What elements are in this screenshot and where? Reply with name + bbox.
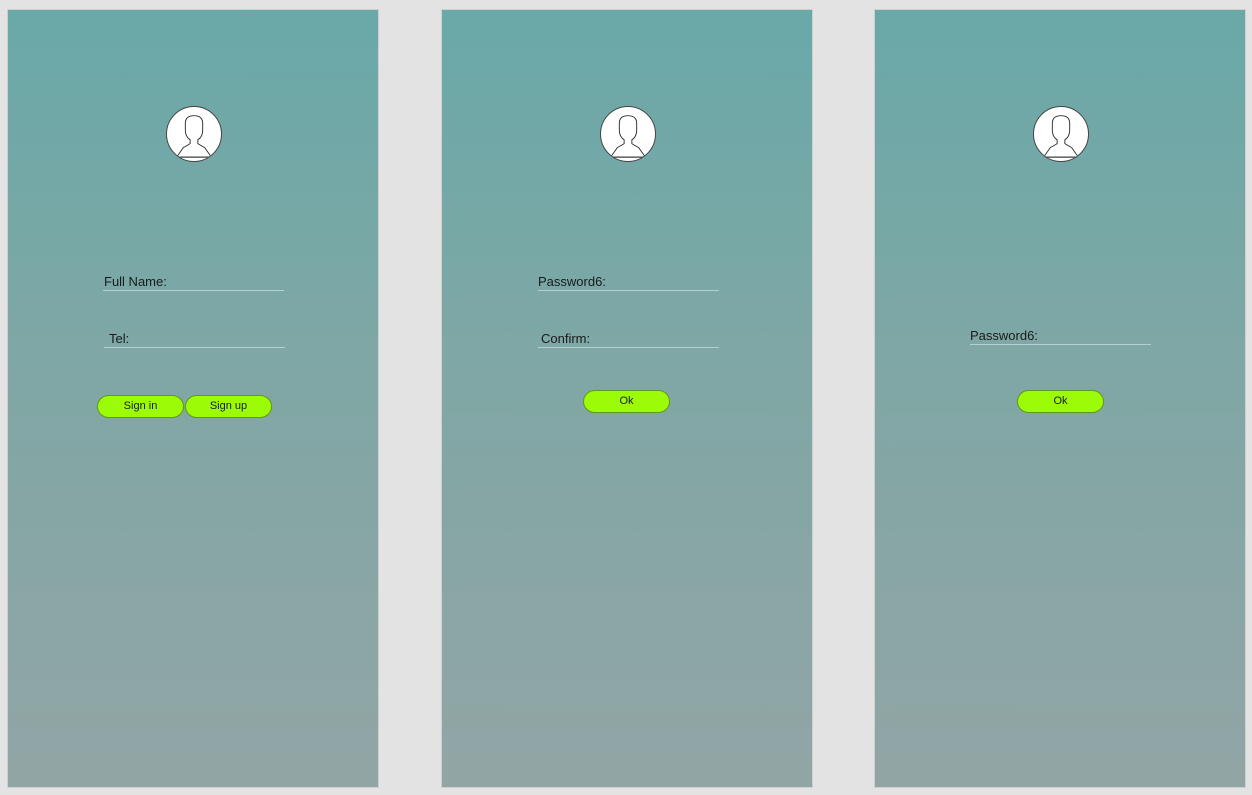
password-label: Password6: — [538, 274, 606, 289]
full-name-field[interactable]: Full Name: — [103, 270, 284, 291]
user-silhouette-icon — [1042, 115, 1080, 158]
tel-input[interactable] — [145, 327, 285, 345]
user-silhouette-icon — [175, 115, 213, 158]
confirm-label: Confirm: — [541, 331, 591, 346]
set-password-screen: Password6: Confirm: Ok — [441, 9, 813, 788]
password-field[interactable]: Password6: — [538, 270, 719, 291]
enter-password-screen: Password6: Ok — [874, 9, 1246, 788]
password-input[interactable] — [1051, 324, 1151, 342]
full-name-label: Full Name: — [104, 274, 167, 289]
ok-button[interactable]: Ok — [583, 390, 670, 413]
signin-screen: Full Name: Tel: Sign in Sign up — [7, 9, 379, 788]
tel-field[interactable]: Tel: — [104, 327, 285, 348]
tel-label: Tel: — [109, 331, 130, 346]
confirm-input[interactable] — [609, 327, 719, 345]
avatar — [1033, 106, 1089, 162]
sign-in-button[interactable]: Sign in — [97, 395, 184, 418]
avatar — [600, 106, 656, 162]
password-label: Password6: — [970, 328, 1038, 343]
avatar — [166, 106, 222, 162]
sign-up-button[interactable]: Sign up — [185, 395, 272, 418]
password-input[interactable] — [619, 270, 719, 288]
full-name-input[interactable] — [184, 270, 284, 288]
confirm-field[interactable]: Confirm: — [538, 327, 719, 348]
user-silhouette-icon — [609, 115, 647, 158]
ok-button[interactable]: Ok — [1017, 390, 1104, 413]
password-field[interactable]: Password6: — [970, 324, 1151, 345]
